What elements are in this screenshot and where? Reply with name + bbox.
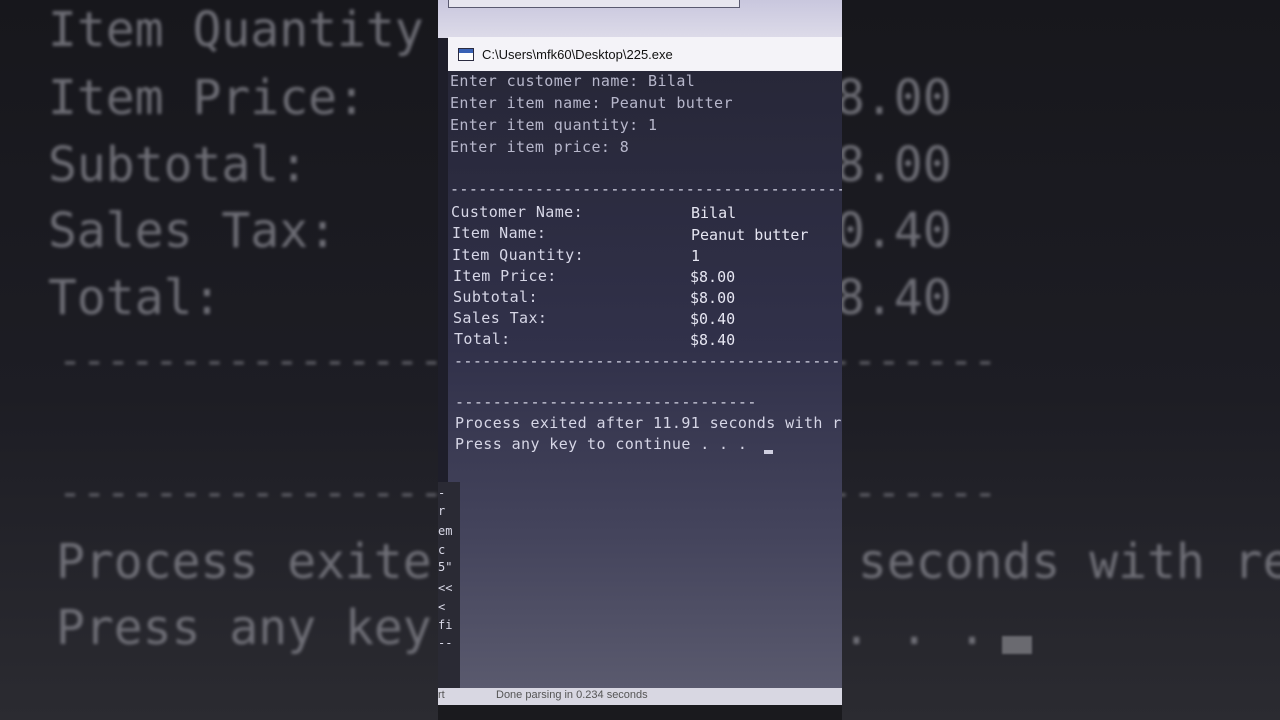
editor-fragment: - xyxy=(438,486,446,500)
label-item-quantity: Item Quantity: xyxy=(452,246,585,264)
label-item-name: Item Name: xyxy=(452,224,547,242)
bg-sales-tax: Sales Tax: xyxy=(48,203,337,259)
console-output[interactable]: Enter customer name: Bilal Enter item na… xyxy=(448,71,842,690)
value-item-name: Peanut butter xyxy=(691,226,809,244)
editor-fragment: em xyxy=(438,524,453,538)
bg-value-total: 8.40 xyxy=(836,270,952,326)
bg-item-price: Item Price: xyxy=(48,70,366,126)
editor-fragment: 5" xyxy=(438,560,453,574)
bg-process-left: Process exite xyxy=(56,534,432,590)
ide-statusbar: rt Done parsing in 0.234 seconds xyxy=(438,688,842,705)
bg-process-right: seconds with re xyxy=(858,534,1280,590)
process-exited-text: Process exited after 11.91 seconds with … xyxy=(455,414,842,432)
editor-fragment: r xyxy=(438,504,446,518)
label-sales-tax: Sales Tax: xyxy=(453,309,548,327)
press-any-key-text: Press any key to continue . . . xyxy=(455,435,748,453)
separator-bottom: ----------------------------------------… xyxy=(454,352,842,370)
label-subtotal: Subtotal: xyxy=(453,288,538,306)
separator-top: ----------------------------------------… xyxy=(450,180,842,198)
editor-fragment: c xyxy=(438,543,446,557)
prompt-customer-name: Enter customer name: Bilal xyxy=(450,72,696,90)
value-item-price: $8.00 xyxy=(690,268,736,286)
monitor-bezel xyxy=(438,705,842,720)
bg-value-tax: 0.40 xyxy=(836,203,952,259)
value-sales-tax: $0.40 xyxy=(690,310,736,328)
prompt-item-name: Enter item name: Peanut butter xyxy=(450,94,733,112)
bg-press-left: Press any key xyxy=(56,600,432,656)
label-total: Total: xyxy=(454,330,511,348)
bg-value-price: 8.00 xyxy=(836,70,952,126)
bg-press-right: . . . xyxy=(842,600,987,656)
editor-fragment: << xyxy=(438,581,453,595)
bg-cursor xyxy=(1002,636,1032,654)
value-customer-name: Bilal xyxy=(691,204,737,222)
editor-fragment: -- xyxy=(438,636,453,650)
window-frame-top xyxy=(438,0,842,38)
value-item-quantity: 1 xyxy=(691,247,701,265)
label-customer-name: Customer Name: xyxy=(451,203,584,221)
editor-sliver[interactable]: - r em c 5" << < fi -- xyxy=(438,482,460,692)
bg-value-subtotal: 8.00 xyxy=(836,137,952,193)
statusbar-left-text: rt xyxy=(438,689,445,701)
bg-subtotal: Subtotal: xyxy=(48,137,309,193)
bg-item-quantity: Item Quantity xyxy=(48,2,424,58)
window-frame-edge xyxy=(448,0,740,8)
console-window-icon xyxy=(458,47,474,61)
bg-total: Total: xyxy=(48,270,222,326)
prompt-item-quantity: Enter item quantity: 1 xyxy=(450,116,658,134)
screen-photo: C:\Users\mfk60\Desktop\225.exe Enter cus… xyxy=(438,0,842,720)
value-subtotal: $8.00 xyxy=(690,289,736,307)
editor-fragment: fi xyxy=(438,618,453,632)
console-cursor xyxy=(764,450,773,454)
value-total: $8.40 xyxy=(690,331,736,349)
console-titlebar[interactable]: C:\Users\mfk60\Desktop\225.exe xyxy=(448,37,842,72)
editor-fragment: < xyxy=(438,600,446,614)
window-title: C:\Users\mfk60\Desktop\225.exe xyxy=(482,46,673,62)
separator-process: -------------------------------- xyxy=(455,393,757,411)
statusbar-message: Done parsing in 0.234 seconds xyxy=(496,689,648,701)
prompt-item-price: Enter item price: 8 xyxy=(450,138,630,156)
label-item-price: Item Price: xyxy=(453,267,557,285)
